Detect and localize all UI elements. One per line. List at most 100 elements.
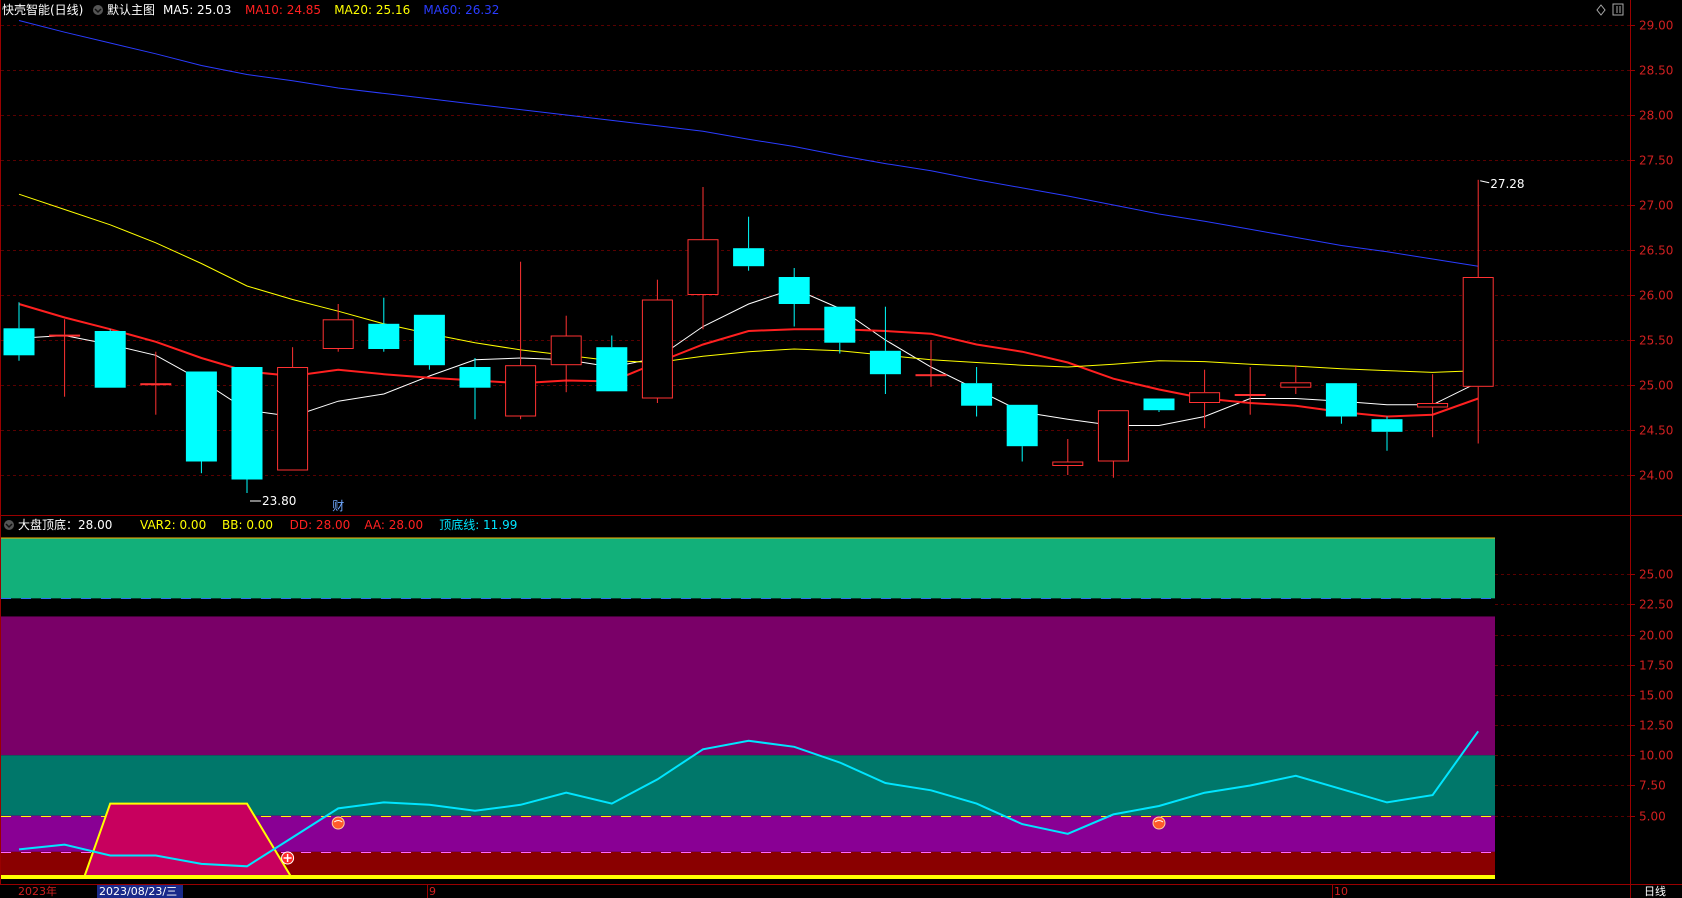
chart-canvas[interactable]: 快壳智能(日线) 默认主图 MA5: 25.03 MA10: 24.85 MA20:… (0, 0, 1682, 898)
candle-body-down (3, 328, 35, 356)
candlesticks (3, 179, 1494, 493)
candle[interactable] (1006, 404, 1038, 462)
indicator-label: 顶底线: 11.99 (439, 517, 517, 532)
candle-body-up (641, 299, 673, 399)
chevron-down-icon[interactable] (93, 5, 103, 15)
candle[interactable] (1234, 367, 1266, 415)
indicator-label: MA20: 25.16 (334, 3, 410, 17)
candle-body-down (869, 350, 901, 375)
corner-controls[interactable] (1596, 3, 1624, 16)
template-label[interactable]: 默认主图 (107, 2, 155, 17)
candle[interactable] (94, 329, 126, 388)
candle[interactable] (1189, 369, 1221, 429)
y-tick-label: 12.50 (1639, 719, 1673, 733)
template-dropdown[interactable]: 默认主图 (93, 2, 155, 17)
candle[interactable] (1143, 398, 1175, 413)
stock-title: 快壳智能(日线) (2, 2, 83, 17)
period-label[interactable]: 日线 (1644, 884, 1666, 898)
indicator-label: MA5: 25.03 (163, 3, 231, 17)
y-tick-label: 26.00 (1639, 289, 1673, 303)
candle-body-down (1371, 419, 1403, 432)
signal-ball-icon[interactable] (1152, 816, 1166, 830)
stock-chart-window: 快壳智能(日线) 默认主图 MA5: 25.03 MA10: 24.85 MA20:… (0, 0, 1682, 898)
diamond-icon[interactable] (1596, 4, 1606, 16)
candle-body-up (1462, 277, 1494, 387)
candle-body-down (185, 371, 217, 462)
x-axis-month-10: 10 (1334, 885, 1348, 898)
candle[interactable] (413, 314, 445, 370)
candle-body-down (961, 383, 993, 406)
y-tick-label: 27.50 (1639, 154, 1673, 168)
main-y-axis: 24.00 24.50 25.00 25.50 26.00 26.50 27.00 27.50… (1630, 19, 1673, 483)
candle[interactable] (1371, 416, 1403, 451)
candle-body-up (550, 335, 582, 366)
indicator-label: MA60: 26.32 (423, 3, 499, 17)
candle-body-up (322, 319, 354, 349)
candle[interactable] (869, 306, 901, 394)
y-tick-label: 25.50 (1639, 334, 1673, 348)
candle[interactable] (824, 306, 856, 354)
signal-band (1, 538, 1495, 599)
high-marker-arrow (1480, 180, 1490, 184)
signal-ball-icon[interactable] (331, 816, 345, 830)
sub-header: 大盘顶底：28.00 VAR2: 0.00 BB: 0.00 DD: 28.00 AA… (4, 517, 517, 532)
candle[interactable] (459, 358, 491, 420)
candle-body-up (1097, 410, 1129, 462)
candle[interactable] (1417, 374, 1449, 438)
candle-body-up (687, 239, 719, 295)
candle-body-down (1143, 398, 1175, 411)
x-axis-month-9: 9 (429, 885, 436, 898)
y-tick-label: 10.00 (1639, 749, 1673, 763)
high-price-marker: 27.28 (1490, 177, 1524, 191)
candle[interactable] (277, 347, 309, 471)
candle[interactable] (733, 216, 765, 271)
pause-icon[interactable] (1612, 3, 1624, 16)
candle[interactable] (1097, 410, 1129, 478)
buy-signal-icon[interactable] (281, 851, 295, 865)
candle-body-down (413, 314, 445, 366)
candle[interactable] (322, 304, 354, 352)
indicator-label: MA10: 24.85 (245, 3, 321, 17)
ball-circle (331, 816, 345, 830)
candle[interactable] (1462, 179, 1494, 444)
finance-event-marker[interactable]: 财 (332, 499, 344, 513)
candle[interactable] (687, 187, 719, 330)
candle[interactable] (185, 371, 217, 474)
candle-body-up (915, 374, 947, 377)
candle-body-up (277, 367, 309, 471)
candle[interactable] (596, 335, 628, 392)
y-tick-label: 25.00 (1639, 568, 1673, 582)
chevron-down-icon[interactable] (4, 520, 14, 530)
candle[interactable] (1280, 365, 1312, 394)
candle-body-up (1417, 403, 1449, 408)
y-tick-label: 27.00 (1639, 199, 1673, 213)
candle-body-down (459, 367, 491, 388)
y-tick-label: 29.00 (1639, 19, 1673, 33)
y-tick-label: 28.00 (1639, 109, 1673, 123)
sub-y-axis: 5.00 7.50 10.00 12.50 15.00 17.50 20.00 22.50 25… (1495, 568, 1673, 824)
candle-body-up (1234, 394, 1266, 396)
candle[interactable] (3, 302, 35, 361)
y-tick-label: 5.00 (1639, 810, 1666, 824)
indicator-label: BB: 0.00 (222, 518, 273, 532)
candle[interactable] (961, 367, 993, 417)
candle[interactable] (778, 268, 810, 327)
candle[interactable] (641, 279, 673, 403)
x-axis-year-label: 2023年 (18, 884, 57, 898)
indicator-label: VAR2: 0.00 (140, 518, 206, 532)
x-axis: 2023年 2023/08/23/三 9 10 日线 (18, 884, 1666, 898)
candle[interactable] (368, 297, 400, 352)
sub-indicator-name[interactable]: 大盘顶底：28.00 (18, 517, 112, 532)
sub-indicator-values: VAR2: 0.00 BB: 0.00 DD: 28.00 AA: 28.00 顶底线:… (140, 517, 517, 532)
candle[interactable] (915, 340, 947, 387)
main-header: 快壳智能(日线) 默认主图 MA5: 25.03 MA10: 24.85 MA20:… (2, 2, 1624, 17)
y-tick-label: 26.50 (1639, 244, 1673, 258)
candle-body-down (733, 248, 765, 267)
candle[interactable] (1325, 383, 1357, 424)
candle-body-down (94, 331, 126, 388)
candle[interactable] (1052, 439, 1084, 475)
candle[interactable] (231, 367, 263, 493)
candle-body-up (1280, 382, 1312, 388)
y-tick-label: 20.00 (1639, 629, 1673, 643)
candle-body-up (1189, 392, 1221, 404)
